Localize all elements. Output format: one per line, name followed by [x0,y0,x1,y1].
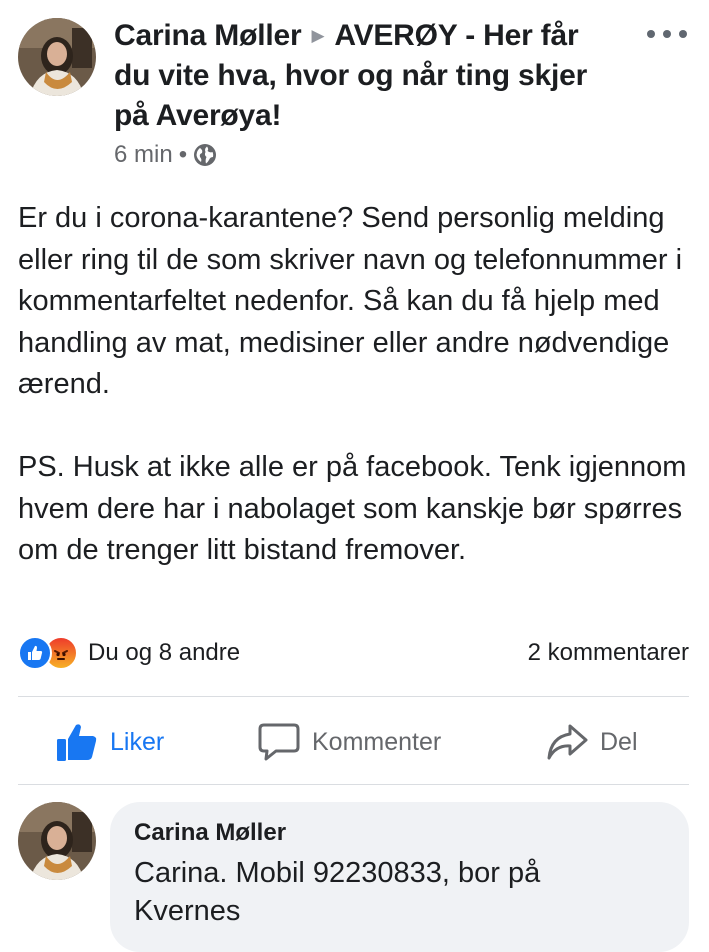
post-paragraph: Er du i corona-karantene? Send personlig… [18,202,683,400]
more-dot [679,30,687,38]
like-label: Liker [110,727,165,756]
comment-author[interactable]: Carina Møller [134,818,665,848]
author-avatar[interactable] [18,18,96,96]
share-button[interactable]: Del [546,716,638,768]
divider [18,784,689,785]
post-timestamp[interactable]: 6 min [114,141,173,169]
globe-icon [193,143,217,167]
post-actions: Liker Kommenter Del [0,716,709,768]
thumbs-up-icon [57,724,97,761]
meta-separator: • [178,141,188,168]
comment-label: Kommenter [312,727,442,756]
reactions-summary[interactable]: Du og 8 andre [18,634,240,672]
post-body: Er du i corona-karantene? Send personlig… [18,198,698,572]
post-header: Carina Møller ▶ AVERØY - Her får du vite h… [114,16,614,136]
comments-count[interactable]: 2 kommentarer [528,634,689,672]
reaction-icons [18,636,78,670]
more-options-button[interactable] [647,24,687,44]
reactions-text: Du og 8 andre [88,639,241,666]
comment-bubble-icon [258,723,300,761]
commenter-avatar[interactable] [18,802,96,880]
feed-post: Carina Møller ▶ AVERØY - Her får du vite h… [0,0,709,952]
like-icon [18,636,52,670]
post-meta: 6 min • [114,140,217,170]
comment-text: Carina. Mobil 92230833, bor på Kvernes [134,857,541,927]
comment-button[interactable]: Kommenter [258,716,441,768]
more-dot [647,30,655,38]
share-arrow-icon [547,724,588,760]
like-button[interactable]: Liker [56,716,164,768]
play-arrow-icon: ▶ [311,26,325,45]
share-label: Del [600,727,638,756]
author-name[interactable]: Carina Møller [114,19,302,52]
post-paragraph: PS. Husk at ikke alle er på facebook. Te… [18,451,687,566]
post-title: Carina Møller ▶ AVERØY - Her får du vite h… [114,16,614,136]
divider [18,696,689,697]
comment-bubble: Carina Møller Carina. Mobil 92230833, bo… [110,802,689,952]
more-dot [663,30,671,38]
